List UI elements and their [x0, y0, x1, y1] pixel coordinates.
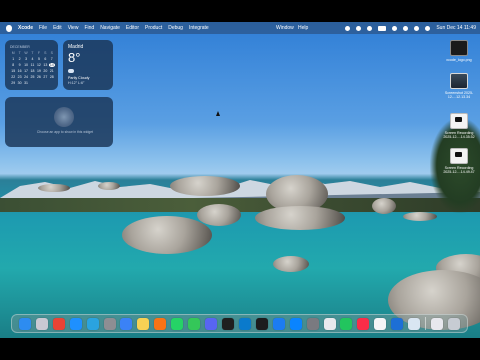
- menu-window[interactable]: Window: [276, 25, 294, 31]
- utility-icon[interactable]: [323, 317, 336, 330]
- menu-product[interactable]: Product: [145, 25, 162, 31]
- wifi-icon[interactable]: [392, 25, 398, 31]
- menu-bar: Xcode File Edit View Find Navigate Edito…: [0, 22, 480, 34]
- status-icon[interactable]: [356, 25, 362, 31]
- menu-help[interactable]: Help: [298, 25, 308, 31]
- launchpad-icon[interactable]: [35, 317, 48, 330]
- calendar-widget[interactable]: DECEMBER M T W T F S S 1 2 3 4 5 6 7 8 9 10 11 12 13…: [5, 40, 58, 90]
- widget-placeholder-icon: [54, 107, 74, 127]
- status-icon[interactable]: [345, 25, 351, 31]
- notes-icon[interactable]: [137, 317, 150, 330]
- menu-editor[interactable]: Editor: [126, 25, 139, 31]
- dock-separator: [425, 317, 427, 330]
- whatsapp-icon[interactable]: [171, 317, 184, 330]
- boulder: [372, 198, 396, 214]
- documents-stack-icon[interactable]: [430, 317, 443, 330]
- menu-navigate[interactable]: Navigate: [100, 25, 120, 31]
- calendar-day: 28: [49, 75, 54, 79]
- boulder: [273, 256, 309, 272]
- discord-icon[interactable]: [205, 317, 218, 330]
- settings-icon[interactable]: [103, 317, 116, 330]
- preview-icon[interactable]: [408, 317, 421, 330]
- mail-icon[interactable]: [120, 317, 133, 330]
- desktop-file-screen-recording[interactable]: Screen Recording 2025-12-...14.49.47: [441, 148, 477, 174]
- partly-cloudy-icon: [68, 69, 74, 73]
- calendar-day: 31: [24, 81, 29, 85]
- control-center-icon[interactable]: [414, 25, 420, 31]
- desktop-file-label: xcode_logo.png: [446, 58, 472, 62]
- menu-integrate[interactable]: Integrate: [189, 25, 209, 31]
- placeholder-widget[interactable]: Choose an app to show in this widget: [5, 97, 113, 147]
- numbers-icon[interactable]: [340, 317, 353, 330]
- menu-find[interactable]: Find: [84, 25, 94, 31]
- weather-widget[interactable]: Madrid 8° Partly Cloudy H:12° L:6°: [63, 40, 113, 90]
- menu-clock[interactable]: Sun Dec 14 11:49: [436, 25, 476, 31]
- tree-line: [0, 198, 480, 212]
- desktop-file-label: Screenshot 2025-12-...12.13.34: [444, 91, 474, 100]
- siri-icon[interactable]: [425, 25, 431, 31]
- boulder: [255, 206, 345, 230]
- vscode-icon[interactable]: [238, 317, 251, 330]
- sublime-icon[interactable]: [154, 317, 167, 330]
- menu-app-name[interactable]: Xcode: [18, 25, 33, 31]
- chrome-icon[interactable]: [52, 317, 65, 330]
- terminal-icon[interactable]: [255, 317, 268, 330]
- video-thumbnail-icon: [450, 148, 468, 164]
- calendar-day: 21: [49, 69, 54, 73]
- weather-condition: Partly Cloudy: [68, 76, 90, 80]
- calendar-day: 13: [43, 63, 48, 67]
- calendar-weekday: S: [50, 51, 53, 55]
- safari-icon[interactable]: [69, 317, 82, 330]
- trash-icon[interactable]: [447, 317, 460, 330]
- desktop-file-xcode-logo[interactable]: xcode_logo.png: [441, 40, 477, 62]
- desktop-file-screen-recording[interactable]: Screen Recording 2025-12-...14.35.52: [441, 113, 477, 139]
- status-icon[interactable]: [367, 25, 373, 31]
- system-tool-icon[interactable]: [306, 317, 319, 330]
- telegram-icon[interactable]: [86, 317, 99, 330]
- calendar-icon[interactable]: [374, 317, 387, 330]
- calendar-grid: M T W T F S S 1 2 3 4 5 6 7 8 9 10 11 12 13 14 15 16 17 1…: [10, 51, 55, 85]
- image-thumbnail-icon: [450, 40, 468, 56]
- boulder: [122, 216, 212, 254]
- menu-debug[interactable]: Debug: [168, 25, 183, 31]
- music-icon[interactable]: [357, 317, 370, 330]
- battery-icon[interactable]: [378, 25, 387, 31]
- calendar-month: DECEMBER: [10, 45, 30, 49]
- menu-view[interactable]: View: [68, 25, 79, 31]
- messages-icon[interactable]: [188, 317, 201, 330]
- quicktime-icon[interactable]: [391, 317, 404, 330]
- app-store-icon[interactable]: [289, 317, 302, 330]
- search-icon[interactable]: [403, 25, 409, 31]
- weather-high-low: H:12° L:6°: [68, 81, 85, 85]
- desktop-file-label: Screen Recording 2025-12-...14.49.47: [443, 166, 475, 175]
- video-thumbnail-icon: [450, 113, 468, 129]
- calendar-day: 7: [50, 57, 53, 61]
- boulder: [197, 204, 241, 226]
- menu-file[interactable]: File: [39, 25, 47, 31]
- widget-placeholder-text: Choose an app to show in this widget: [36, 130, 94, 134]
- status-area: Sun Dec 14 11:49: [345, 22, 476, 34]
- menu-edit[interactable]: Edit: [53, 25, 62, 31]
- desktop-file-label: Screen Recording 2025-12-...14.35.52: [443, 131, 475, 140]
- calendar-day: 14: [48, 63, 55, 67]
- boulder: [170, 176, 240, 196]
- boulder: [38, 184, 70, 192]
- mouse-pointer: [216, 111, 220, 116]
- finder-icon[interactable]: [18, 317, 31, 330]
- boulder: [98, 182, 120, 190]
- xcode-icon[interactable]: [272, 317, 285, 330]
- apple-icon[interactable]: [6, 24, 12, 32]
- unity-icon[interactable]: [221, 317, 234, 330]
- boulder: [403, 212, 437, 221]
- desktop-file-screenshot[interactable]: Screenshot 2025-12-...12.13.34: [441, 73, 477, 99]
- screenshot-thumbnail-icon: [450, 73, 468, 89]
- weather-temperature: 8°: [68, 50, 81, 65]
- dock: [11, 314, 468, 333]
